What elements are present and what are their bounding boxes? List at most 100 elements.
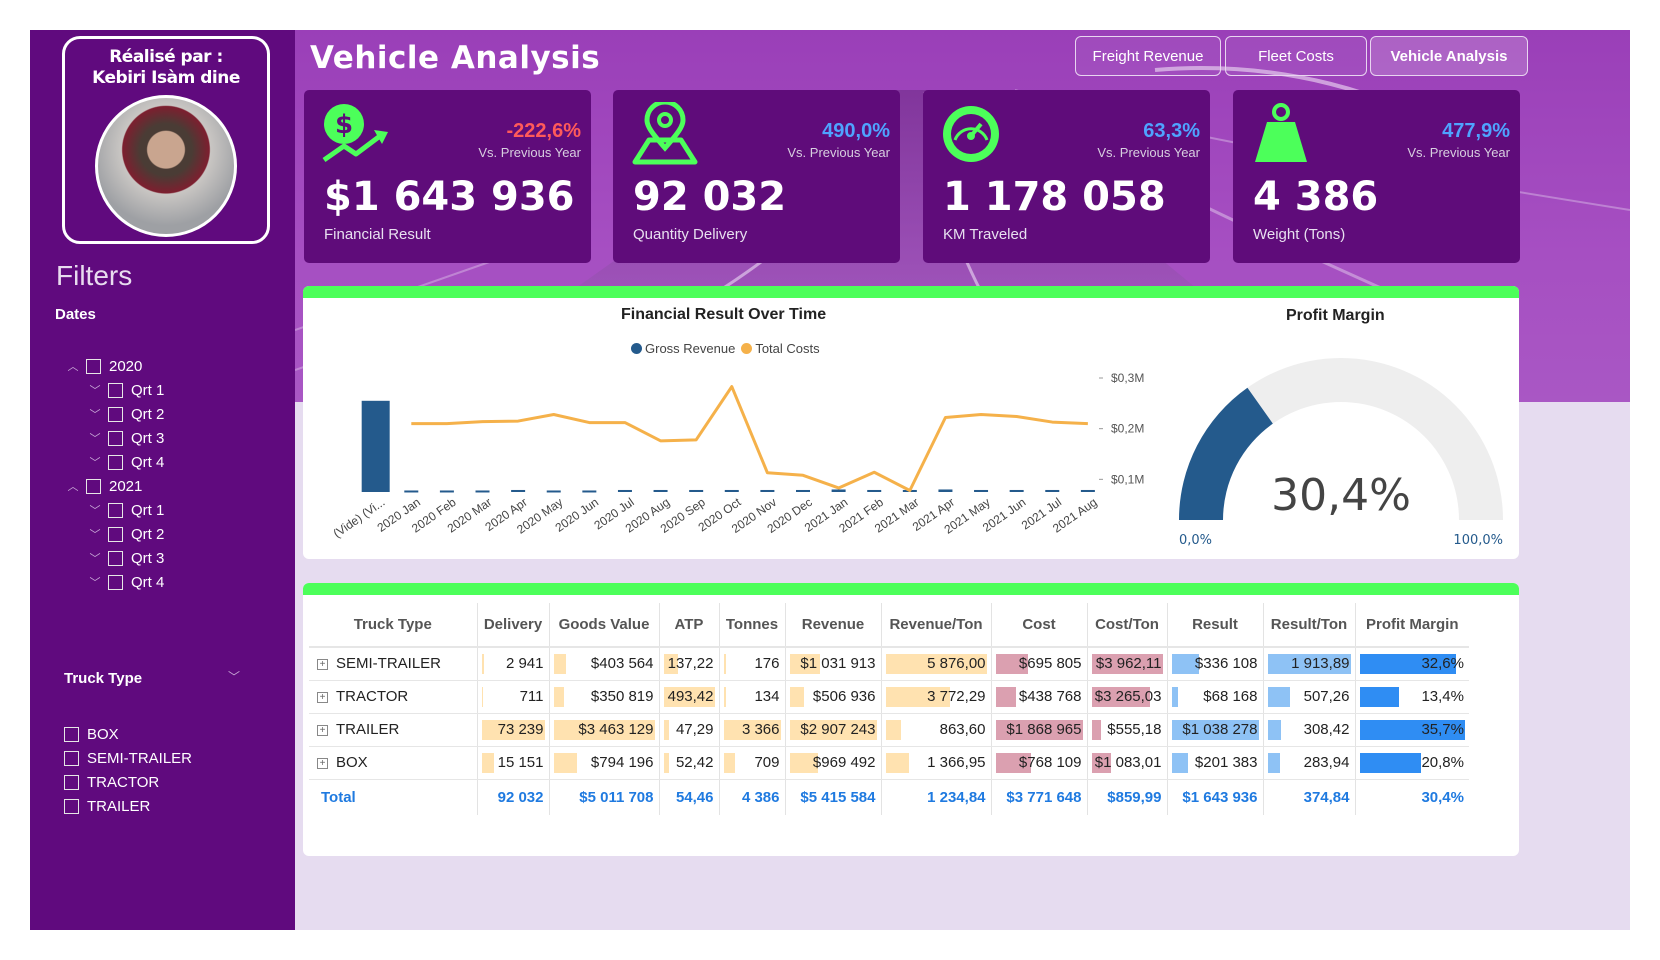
data-bar [789, 686, 805, 707]
gauge-fill[interactable] [1179, 387, 1273, 520]
cell-value: 1 913,89 [1291, 655, 1350, 673]
expand-icon[interactable]: + [317, 725, 328, 736]
cell-value: 863,60 [939, 721, 986, 738]
truck-type-cell[interactable]: + BOX [309, 746, 478, 780]
chevron-down-icon[interactable]: ﹀ [88, 502, 102, 518]
revenue-bar[interactable] [796, 489, 810, 492]
revenue-bar[interactable] [689, 489, 704, 492]
column-header[interactable]: Result [1167, 603, 1264, 648]
quarter-row[interactable]: ﹀ Qrt 2 [66, 402, 165, 426]
column-header[interactable]: Delivery [477, 603, 550, 648]
revenue-bar[interactable] [404, 490, 419, 493]
page-title: Vehicle Analysis [310, 40, 601, 76]
revenue-bar[interactable] [867, 489, 882, 492]
quarter-row[interactable]: ﹀ Qrt 3 [66, 426, 165, 450]
chevron-down-icon[interactable]: ﹀ [88, 382, 102, 398]
checkbox[interactable] [86, 478, 101, 494]
chevron-down-icon[interactable]: ﹀ [88, 406, 102, 422]
option-label: SEMI-TRAILER [87, 749, 193, 767]
checkbox[interactable] [108, 430, 123, 446]
revenue-bar[interactable] [724, 489, 739, 492]
quarter-row[interactable]: ﹀ Qrt 4 [66, 570, 165, 594]
quarter-row[interactable]: ﹀ Qrt 1 [66, 378, 165, 402]
revenue-bar[interactable] [1009, 489, 1024, 492]
chevron-down-icon[interactable]: ﹀ [88, 550, 102, 566]
truck-type-option[interactable]: SEMI-TRAILER [64, 746, 192, 770]
revenue-bar[interactable] [361, 400, 390, 492]
revenue-bar[interactable] [760, 489, 775, 492]
truck-type-cell[interactable]: + SEMI-TRAILER [309, 647, 478, 681]
column-header[interactable]: Tonnes [719, 603, 786, 648]
revenue-bar[interactable] [582, 490, 597, 493]
chevron-up-icon[interactable]: ︿ [66, 358, 80, 374]
kpi-label: Weight (Tons) [1253, 226, 1346, 243]
data-bar [1267, 752, 1280, 773]
checkbox[interactable] [108, 574, 123, 590]
nav-fleet-costs[interactable]: Fleet Costs [1225, 36, 1367, 76]
revenue-bar[interactable] [1045, 489, 1060, 492]
table-row[interactable]: + SEMI-TRAILER 2 941 $403 564 137,22 176 $1 03… [309, 647, 1469, 681]
checkbox[interactable] [64, 726, 79, 742]
checkbox[interactable] [108, 526, 123, 542]
checkbox[interactable] [108, 454, 123, 470]
revenue-bar[interactable] [831, 489, 846, 492]
revenue-bar[interactable] [475, 490, 490, 493]
truck-type-option[interactable]: TRAILER [64, 794, 192, 818]
revenue-bar[interactable] [1080, 489, 1095, 492]
revenue-bar[interactable] [617, 489, 632, 492]
nav-vehicle-analysis[interactable]: Vehicle Analysis [1370, 36, 1528, 76]
chevron-down-icon[interactable]: ﹀ [88, 526, 102, 542]
column-header[interactable]: Goods Value [549, 603, 660, 648]
quarter-row[interactable]: ﹀ Qrt 4 [66, 450, 165, 474]
table-row[interactable]: + BOX 15 151 $794 196 52,42 709 $969 492 1 366,… [309, 746, 1469, 780]
chevron-down-icon[interactable]: ﹀ [228, 668, 240, 685]
chevron-up-icon[interactable]: ︿ [66, 478, 80, 494]
checkbox[interactable] [64, 798, 79, 814]
revenue-bar[interactable] [439, 490, 454, 493]
quarter-row[interactable]: ﹀ Qrt 3 [66, 546, 165, 570]
truck-type-cell[interactable]: + TRAILER [309, 713, 478, 747]
expand-icon[interactable]: + [317, 758, 328, 769]
column-header[interactable]: ATP [659, 603, 720, 648]
checkbox[interactable] [108, 406, 123, 422]
checkbox[interactable] [108, 382, 123, 398]
table-cell: 20,8% [1355, 746, 1469, 780]
column-header[interactable]: Cost [991, 603, 1088, 648]
column-header[interactable]: Revenue/Ton [881, 603, 992, 648]
total-cell: $3 771 648 [991, 779, 1088, 815]
chevron-down-icon[interactable]: ﹀ [88, 574, 102, 590]
column-header[interactable]: Truck Type [309, 603, 478, 648]
year-2021-row[interactable]: ︿ 2021 [66, 474, 164, 498]
table-row[interactable]: + TRACTOR 711 $350 819 493,42 134 $506 936 3 77… [309, 680, 1469, 714]
revenue-bar[interactable] [974, 489, 989, 492]
revenue-bar[interactable] [938, 489, 953, 492]
checkbox[interactable] [64, 774, 79, 790]
truck-type-cell[interactable]: + TRACTOR [309, 680, 478, 714]
checkbox[interactable] [108, 502, 123, 518]
cell-value: 1 366,95 [927, 754, 986, 771]
nav-freight-revenue[interactable]: Freight Revenue [1075, 36, 1221, 76]
total-costs-line[interactable] [411, 385, 1088, 492]
quarter-row[interactable]: ﹀ Qrt 1 [66, 498, 165, 522]
column-header[interactable]: Revenue [785, 603, 882, 648]
expand-icon[interactable]: + [317, 692, 328, 703]
column-header[interactable]: Cost/Ton [1087, 603, 1168, 648]
quarter-row[interactable]: ﹀ Qrt 2 [66, 522, 165, 546]
table-cell: 1 366,95 [881, 746, 992, 780]
column-header[interactable]: Profit Margin [1355, 603, 1469, 648]
chevron-down-icon[interactable]: ﹀ [88, 430, 102, 446]
revenue-bar[interactable] [546, 490, 561, 493]
revenue-bar[interactable] [653, 489, 668, 492]
table-row[interactable]: + TRAILER 73 239 $3 463 129 47,29 3 366 $2 907… [309, 713, 1469, 747]
year-2020-row[interactable]: ︿ 2020 [66, 354, 164, 378]
column-header[interactable]: Result/Ton [1263, 603, 1356, 648]
checkbox[interactable] [86, 358, 101, 374]
truck-type-option[interactable]: BOX [64, 722, 192, 746]
checkbox[interactable] [108, 550, 123, 566]
revenue-bar[interactable] [511, 489, 526, 492]
cell-value: 493,42 [667, 688, 714, 705]
chevron-down-icon[interactable]: ﹀ [88, 454, 102, 470]
expand-icon[interactable]: + [317, 659, 328, 671]
truck-type-option[interactable]: TRACTOR [64, 770, 192, 794]
checkbox[interactable] [64, 750, 79, 766]
